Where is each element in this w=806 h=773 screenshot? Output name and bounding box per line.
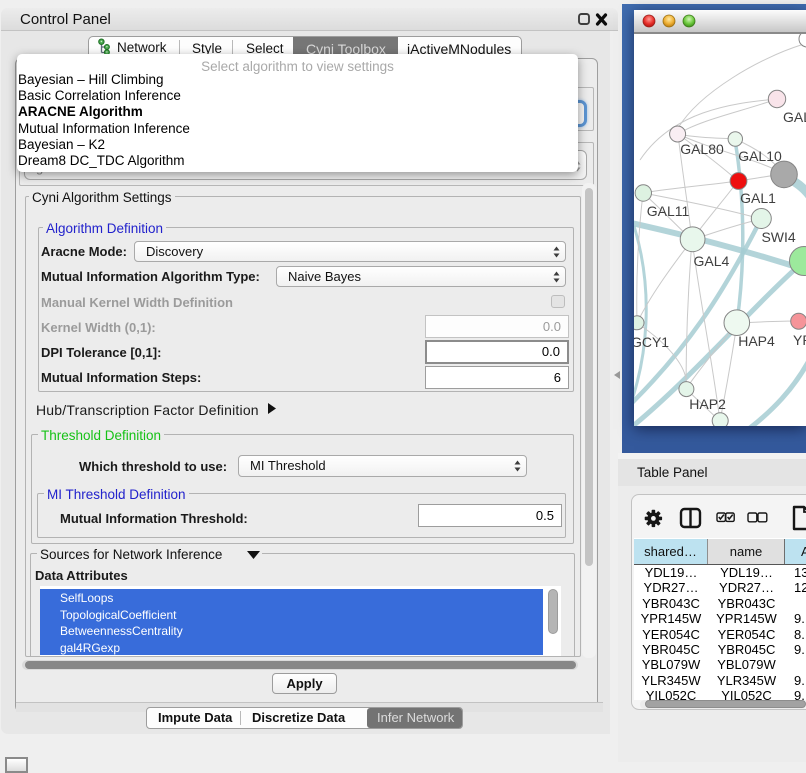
svg-text:GAL7: GAL7 <box>783 109 806 125</box>
svg-text:GAL10: GAL10 <box>738 148 782 164</box>
svg-text:HAP4: HAP4 <box>738 333 775 349</box>
svg-text:YP: YP <box>793 332 806 348</box>
svg-text:GCY1: GCY1 <box>634 334 669 350</box>
svg-text:GAL1: GAL1 <box>740 190 776 206</box>
svg-text:SWI4: SWI4 <box>761 229 795 245</box>
svg-text:GAL4: GAL4 <box>693 253 729 269</box>
svg-text:GAL11: GAL11 <box>647 203 690 219</box>
svg-text:HAP2: HAP2 <box>689 396 726 412</box>
svg-text:GAL80: GAL80 <box>680 141 724 157</box>
